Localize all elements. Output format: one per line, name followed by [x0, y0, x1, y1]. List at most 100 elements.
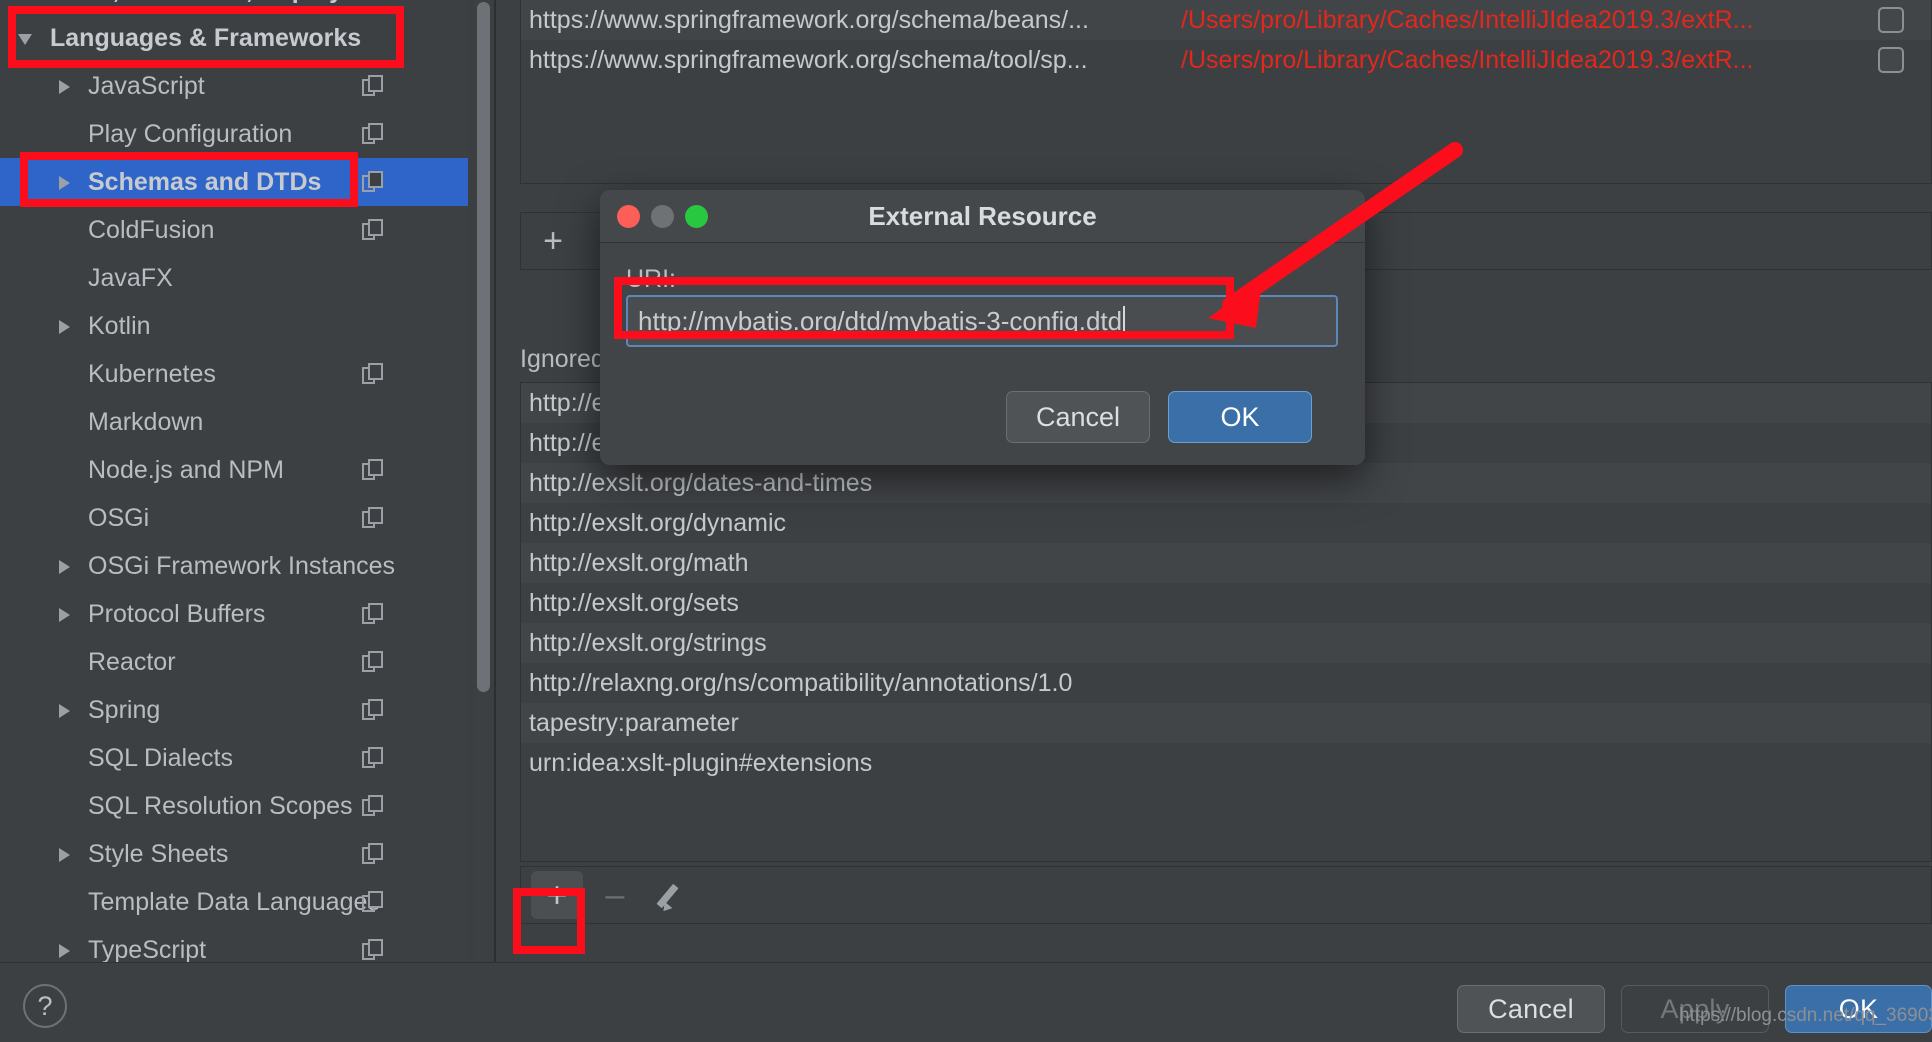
- list-item[interactable]: http://exslt.org/strings: [521, 623, 1931, 663]
- schema-checkbox-cell[interactable]: [1851, 47, 1931, 73]
- sidebar-item-javafx[interactable]: JavaFX: [0, 254, 468, 302]
- annotation-box-uri-input: [614, 277, 1234, 339]
- copy-settings-icon[interactable]: [362, 171, 384, 193]
- remove-ignored-schema-button[interactable]: –: [587, 871, 643, 919]
- copy-settings-icon[interactable]: [362, 891, 384, 913]
- copy-settings-icon[interactable]: [362, 459, 384, 481]
- sidebar-item-style-sheets[interactable]: Style Sheets: [0, 830, 468, 878]
- table-row[interactable]: https://www.springframework.org/schema/t…: [521, 40, 1931, 80]
- list-item[interactable]: http://exslt.org/dates-and-times: [521, 463, 1931, 503]
- schema-location-cell: /Users/pro/Library/Caches/IntelliJIdea20…: [1181, 45, 1754, 74]
- sidebar-item-typescript[interactable]: TypeScript: [0, 926, 468, 962]
- sidebar-scrollbar-thumb[interactable]: [477, 2, 490, 692]
- sidebar-item-coldfusion[interactable]: ColdFusion: [0, 206, 468, 254]
- list-item[interactable]: http://relaxng.org/ns/compatibility/anno…: [521, 663, 1931, 703]
- ignored-list-toolbar: + –: [520, 866, 1932, 924]
- sidebar-item-label: Markdown: [88, 407, 204, 436]
- annotation-box-schemas-dtds: [20, 152, 358, 207]
- sidebar-item-sql-dialects[interactable]: SQL Dialects: [0, 734, 468, 782]
- settings-window: Build, Execution, DeploymentLanguages & …: [0, 0, 1932, 1042]
- chevron-right-icon[interactable]: [52, 601, 78, 627]
- copy-settings-icon[interactable]: [362, 507, 384, 529]
- sidebar-item-play-configuration[interactable]: Play Configuration: [0, 110, 468, 158]
- copy-settings-icon[interactable]: [362, 939, 384, 961]
- list-item[interactable]: http://exslt.org/dynamic: [521, 503, 1931, 543]
- sidebar-item-javascript[interactable]: JavaScript: [0, 62, 468, 110]
- sidebar-item-spring[interactable]: Spring: [0, 686, 468, 734]
- table-row[interactable]: https://www.springframework.org/schema/b…: [521, 0, 1931, 40]
- sidebar-item-label: SQL Resolution Scopes: [88, 791, 353, 820]
- copy-settings-icon[interactable]: [362, 651, 384, 673]
- chevron-right-icon[interactable]: [52, 841, 78, 867]
- sidebar-item-label: TypeScript: [88, 935, 207, 963]
- sidebar-item-protocol-buffers[interactable]: Protocol Buffers: [0, 590, 468, 638]
- sidebar-item-osgi[interactable]: OSGi: [0, 494, 468, 542]
- chevron-right-icon[interactable]: [52, 73, 78, 99]
- copy-settings-icon[interactable]: [362, 603, 384, 625]
- sidebar-item-label: Node.js and NPM: [88, 455, 284, 484]
- sidebar-item-node-js-and-npm[interactable]: Node.js and NPM: [0, 446, 468, 494]
- settings-tree-sidebar[interactable]: Build, Execution, DeploymentLanguages & …: [0, 0, 468, 962]
- sidebar-item-label: Template Data Languages: [88, 887, 380, 916]
- list-item[interactable]: http://exslt.org/sets: [521, 583, 1931, 623]
- checkbox[interactable]: [1878, 47, 1904, 73]
- sidebar-item-label: Reactor: [88, 647, 176, 676]
- sidebar-item-kotlin[interactable]: Kotlin: [0, 302, 468, 350]
- sidebar-item-kubernetes[interactable]: Kubernetes: [0, 350, 468, 398]
- dialog-ok-button[interactable]: OK: [1168, 391, 1312, 443]
- sidebar-item-osgi-framework-instances[interactable]: OSGi Framework Instances: [0, 542, 468, 590]
- sidebar-item-label: Protocol Buffers: [88, 599, 266, 628]
- checkbox[interactable]: [1878, 7, 1904, 33]
- sidebar-item-label: Play Configuration: [88, 119, 293, 148]
- chevron-down-icon[interactable]: [14, 0, 40, 3]
- schema-checkbox-cell[interactable]: [1851, 7, 1931, 33]
- annotation-arrow-icon: [1208, 142, 1463, 328]
- sidebar-item-label: JavaScript: [88, 71, 205, 100]
- watermark: https://blog.csdn.net/qq_36903261: [1679, 1005, 1932, 1026]
- sidebar-item-label: JavaFX: [88, 263, 173, 292]
- sidebar-item-label: Spring: [88, 695, 161, 724]
- dialog-footer: ? Cancel Apply OK: [0, 962, 1932, 1042]
- schema-location-cell: /Users/pro/Library/Caches/IntelliJIdea20…: [1181, 5, 1754, 34]
- chevron-right-icon[interactable]: [52, 937, 78, 962]
- sidebar-item-template-data-languages[interactable]: Template Data Languages: [0, 878, 468, 926]
- list-item[interactable]: urn:idea:xslt-plugin#extensions: [521, 743, 1931, 783]
- copy-settings-icon[interactable]: [362, 219, 384, 241]
- sidebar-item-label: Kubernetes: [88, 359, 216, 388]
- chevron-right-icon[interactable]: [52, 697, 78, 723]
- chevron-right-icon[interactable]: [52, 553, 78, 579]
- sidebar-item-label: Kotlin: [88, 311, 151, 340]
- sidebar-item-label: Style Sheets: [88, 839, 229, 868]
- chevron-right-icon[interactable]: [52, 313, 78, 339]
- copy-settings-icon[interactable]: [362, 843, 384, 865]
- copy-settings-icon[interactable]: [362, 75, 384, 97]
- list-item[interactable]: tapestry:parameter: [521, 703, 1931, 743]
- pencil-icon: [660, 880, 690, 910]
- help-button[interactable]: ?: [23, 984, 67, 1028]
- add-schema-button[interactable]: +: [525, 217, 581, 265]
- sidebar-item-sql-resolution-scopes[interactable]: SQL Resolution Scopes: [0, 782, 468, 830]
- copy-settings-icon[interactable]: [362, 699, 384, 721]
- copy-settings-icon[interactable]: [362, 363, 384, 385]
- copy-settings-icon[interactable]: [362, 747, 384, 769]
- copy-settings-icon[interactable]: [362, 123, 384, 145]
- sidebar-item-label: SQL Dialects: [88, 743, 233, 772]
- dialog-cancel-button[interactable]: Cancel: [1006, 391, 1150, 443]
- edit-ignored-schema-button[interactable]: [647, 871, 703, 919]
- sidebar-item-label: Build, Execution, Deployment: [40, 0, 468, 5]
- copy-settings-icon[interactable]: [362, 795, 384, 817]
- cancel-button[interactable]: Cancel: [1457, 985, 1605, 1033]
- sidebar-item-markdown[interactable]: Markdown: [0, 398, 468, 446]
- schema-uri-cell: https://www.springframework.org/schema/t…: [529, 45, 1088, 74]
- list-item[interactable]: http://exslt.org/math: [521, 543, 1931, 583]
- sidebar-item-reactor[interactable]: Reactor: [0, 638, 468, 686]
